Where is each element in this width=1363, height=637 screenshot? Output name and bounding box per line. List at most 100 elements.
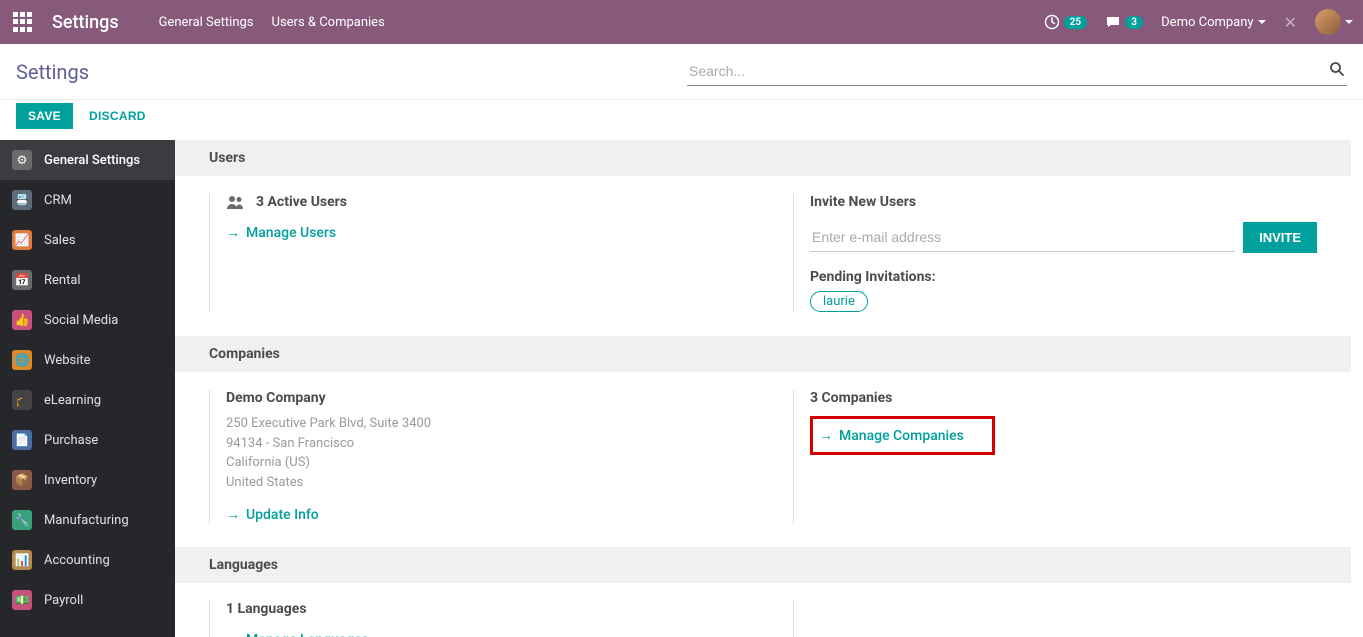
caret-down-icon (1258, 20, 1266, 24)
debug-icon[interactable]: ✕ (1284, 13, 1297, 32)
sidebar-item-manufacturing[interactable]: 🔧 Manufacturing (0, 500, 175, 540)
sidebar-item-social-media[interactable]: 👍 Social Media (0, 300, 175, 340)
website-icon: 🌐 (12, 350, 32, 370)
companies-right-col: 3 Companies → Manage Companies (793, 390, 1317, 523)
companies-left-col: Demo Company 250 Executive Park Blvd, Su… (209, 390, 733, 523)
manage-languages-link[interactable]: → Manage Languages (226, 631, 369, 637)
users-right-col: Invite New Users INVITE Pending Invitati… (793, 194, 1317, 312)
sidebar-item-label: Website (44, 353, 91, 368)
addr-line4: United States (226, 473, 733, 493)
topbar-menu: General Settings Users & Companies (159, 15, 385, 30)
content[interactable]: Users 3 Active Users → Manage Users Invi… (175, 140, 1363, 637)
search-icon[interactable] (1329, 61, 1345, 77)
update-info-link[interactable]: → Update Info (226, 506, 319, 523)
sidebar-item-label: Accounting (44, 553, 110, 568)
sidebar-item-label: Rental (44, 273, 81, 288)
pending-invitations-label: Pending Invitations: (810, 269, 1317, 285)
pending-invite-chip[interactable]: laurie (810, 291, 868, 312)
users-icon (226, 194, 246, 210)
highlight-box: → Manage Companies (810, 416, 995, 455)
section-body-companies: Demo Company 250 Executive Park Blvd, Su… (175, 372, 1351, 547)
sidebar-item-payroll[interactable]: 💵Payroll (0, 580, 175, 620)
avatar (1315, 9, 1341, 35)
rental-icon: 📅 (12, 270, 32, 290)
discard-button[interactable]: DISCARD (77, 103, 158, 129)
page-title: Settings (16, 60, 89, 84)
chat-icon (1105, 14, 1121, 30)
topbar-right: 25 3 Demo Company ✕ (1044, 9, 1353, 35)
manage-languages-label: Manage Languages (246, 632, 369, 637)
arrow-right-icon: → (226, 506, 240, 523)
inventory-icon: 📦 (12, 470, 32, 490)
company-switcher[interactable]: Demo Company (1161, 15, 1265, 30)
caret-down-icon (1345, 20, 1353, 24)
search-input[interactable] (687, 57, 1347, 86)
sidebar-item-rental[interactable]: 📅 Rental (0, 260, 175, 300)
sidebar-item-website[interactable]: 🌐 Website (0, 340, 175, 380)
sidebar-item-label: Purchase (44, 433, 98, 448)
invite-email-input[interactable] (810, 223, 1235, 252)
messages-badge: 3 (1125, 16, 1143, 29)
sidebar-item-label: Manufacturing (44, 513, 129, 528)
invite-button[interactable]: INVITE (1243, 222, 1317, 253)
sidebar-item-label: Sales (44, 233, 76, 248)
sidebar-item-purchase[interactable]: 📄 Purchase (0, 420, 175, 460)
body: ⚙General Settings 📇 CRM 📈 Sales 📅 Rental 👍 Socia… (0, 140, 1363, 637)
manage-companies-label: Manage Companies (839, 428, 964, 444)
menu-users-companies[interactable]: Users & Companies (272, 15, 385, 30)
invite-row: INVITE (810, 222, 1317, 253)
elearning-icon: 🎓 (12, 390, 32, 410)
sidebar-item-crm[interactable]: 📇 CRM (0, 180, 175, 220)
languages-right-col (793, 601, 1317, 637)
languages-count: 1 Languages (226, 601, 733, 617)
menu-general-settings[interactable]: General Settings (159, 15, 254, 30)
section-body-languages: 1 Languages → Manage Languages (175, 583, 1351, 637)
section-header-companies: Companies (175, 336, 1351, 372)
manufacturing-icon: 🔧 (12, 510, 32, 530)
sidebar-item-general-settings[interactable]: ⚙General Settings (0, 140, 175, 180)
section-header-users: Users (175, 140, 1351, 176)
sidebar-item-sales[interactable]: 📈 Sales (0, 220, 175, 260)
save-button[interactable]: SAVE (16, 103, 73, 129)
topbar: Settings General Settings Users & Compan… (0, 0, 1363, 44)
addr-line1: 250 Executive Park Blvd, Suite 3400 (226, 414, 733, 434)
addr-line3: California (US) (226, 453, 733, 473)
users-left-col: 3 Active Users → Manage Users (209, 194, 733, 312)
company-address: 250 Executive Park Blvd, Suite 3400 9413… (226, 414, 733, 492)
crm-icon: 📇 (12, 190, 32, 210)
update-info-label: Update Info (246, 507, 319, 523)
section-body-users: 3 Active Users → Manage Users Invite New… (175, 176, 1351, 336)
social-media-icon: 👍 (12, 310, 32, 330)
languages-left-col: 1 Languages → Manage Languages (209, 601, 733, 637)
company-name: Demo Company (226, 390, 733, 406)
sidebar-item-label: Social Media (44, 313, 118, 328)
sidebar-item-label: CRM (44, 193, 72, 208)
active-users-count: 3 Active Users (256, 194, 347, 210)
activity-badge: 25 (1064, 16, 1087, 29)
active-users-line: 3 Active Users (226, 194, 733, 210)
app-title: Settings (52, 12, 119, 33)
purchase-icon: 📄 (12, 430, 32, 450)
search-wrap (687, 57, 1347, 86)
sales-icon: 📈 (12, 230, 32, 250)
sidebar-item-accounting[interactable]: 📊 Accounting (0, 540, 175, 580)
sidebar-item-elearning[interactable]: 🎓eLearning (0, 380, 175, 420)
activity-indicator[interactable]: 25 (1044, 14, 1087, 30)
manage-companies-link[interactable]: → Manage Companies (819, 427, 964, 444)
apps-icon[interactable] (10, 9, 36, 35)
companies-count: 3 Companies (810, 390, 1317, 406)
sidebar-item-inventory[interactable]: 📦Inventory (0, 460, 175, 500)
company-name-label: Demo Company (1161, 15, 1253, 30)
messages-indicator[interactable]: 3 (1105, 14, 1143, 30)
arrow-right-icon: → (819, 427, 833, 444)
sidebar-item-label: General Settings (44, 153, 140, 168)
sidebar[interactable]: ⚙General Settings 📇 CRM 📈 Sales 📅 Rental 👍 Socia… (0, 140, 175, 637)
section-header-languages: Languages (175, 547, 1351, 583)
manage-users-link[interactable]: → Manage Users (226, 224, 336, 241)
sidebar-item-label: Payroll (44, 593, 83, 608)
accounting-icon: 📊 (12, 550, 32, 570)
user-menu[interactable] (1315, 9, 1353, 35)
manage-users-label: Manage Users (246, 225, 336, 241)
invite-new-users-label: Invite New Users (810, 194, 1317, 210)
arrow-right-icon: → (226, 224, 240, 241)
